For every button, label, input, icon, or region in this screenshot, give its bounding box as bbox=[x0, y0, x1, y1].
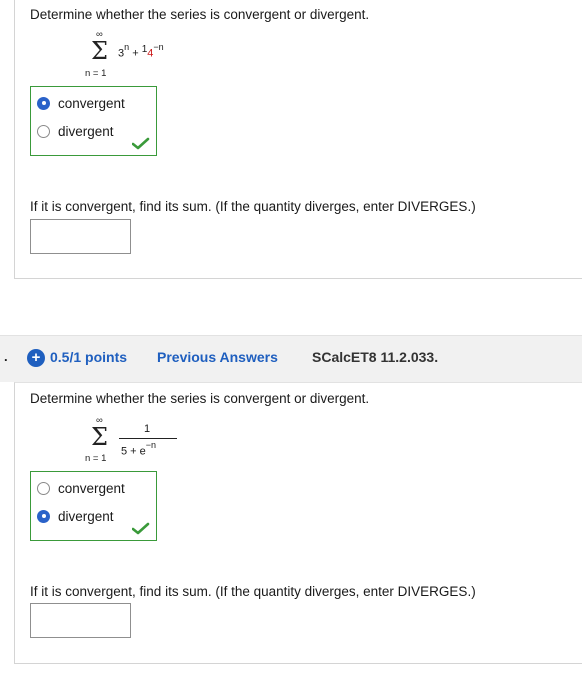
sum-answer-input[interactable] bbox=[30, 219, 131, 254]
question-code: SCalcET8 11.2.033. bbox=[312, 349, 439, 365]
previous-answers-link[interactable]: Previous Answers bbox=[157, 349, 278, 365]
question-prompt: Determine whether the series is converge… bbox=[30, 7, 370, 22]
sum-prompt: If it is convergent, find its sum. (If t… bbox=[30, 584, 476, 599]
fraction-denominator: 5 + e−n bbox=[121, 440, 157, 458]
sum-lower-limit: n = 1 bbox=[85, 68, 107, 79]
sigma-symbol: Σ bbox=[91, 423, 108, 451]
checkmark-icon bbox=[132, 522, 150, 535]
radio-button-selected[interactable] bbox=[37, 96, 50, 110]
choice-convergent[interactable]: convergent bbox=[37, 93, 125, 113]
sum-lower-limit: n = 1 bbox=[85, 453, 107, 464]
choice-label: divergent bbox=[58, 123, 114, 139]
radio-button-selected[interactable] bbox=[37, 509, 50, 523]
sum-prompt: If it is convergent, find its sum. (If t… bbox=[30, 199, 476, 214]
radio-button[interactable] bbox=[37, 124, 50, 138]
fraction-numerator: 1 bbox=[144, 423, 151, 435]
series-term: 3n + 14−n bbox=[118, 42, 164, 60]
choice-divergent[interactable]: divergent bbox=[37, 121, 114, 141]
radio-button[interactable] bbox=[37, 481, 50, 495]
fraction-bar bbox=[119, 438, 177, 439]
checkmark-icon bbox=[132, 137, 150, 150]
answer-choices: convergent divergent bbox=[30, 86, 157, 156]
choice-label: convergent bbox=[58, 480, 125, 496]
choice-label: divergent bbox=[58, 508, 114, 524]
sum-answer-input[interactable] bbox=[30, 603, 131, 638]
question-number: . bbox=[4, 349, 8, 364]
question-card-1: Determine whether the series is converge… bbox=[14, 0, 582, 279]
question-prompt: Determine whether the series is converge… bbox=[30, 391, 370, 406]
question-card-2: Determine whether the series is converge… bbox=[14, 382, 582, 664]
choice-label: convergent bbox=[58, 95, 125, 111]
points-score: 0.5/1 points bbox=[50, 349, 128, 365]
plus-circle-icon[interactable]: + bbox=[27, 349, 45, 367]
choice-convergent[interactable]: convergent bbox=[37, 478, 125, 498]
answer-choices: convergent divergent bbox=[30, 471, 157, 541]
sigma-symbol: Σ bbox=[91, 37, 108, 65]
choice-divergent[interactable]: divergent bbox=[37, 506, 114, 526]
